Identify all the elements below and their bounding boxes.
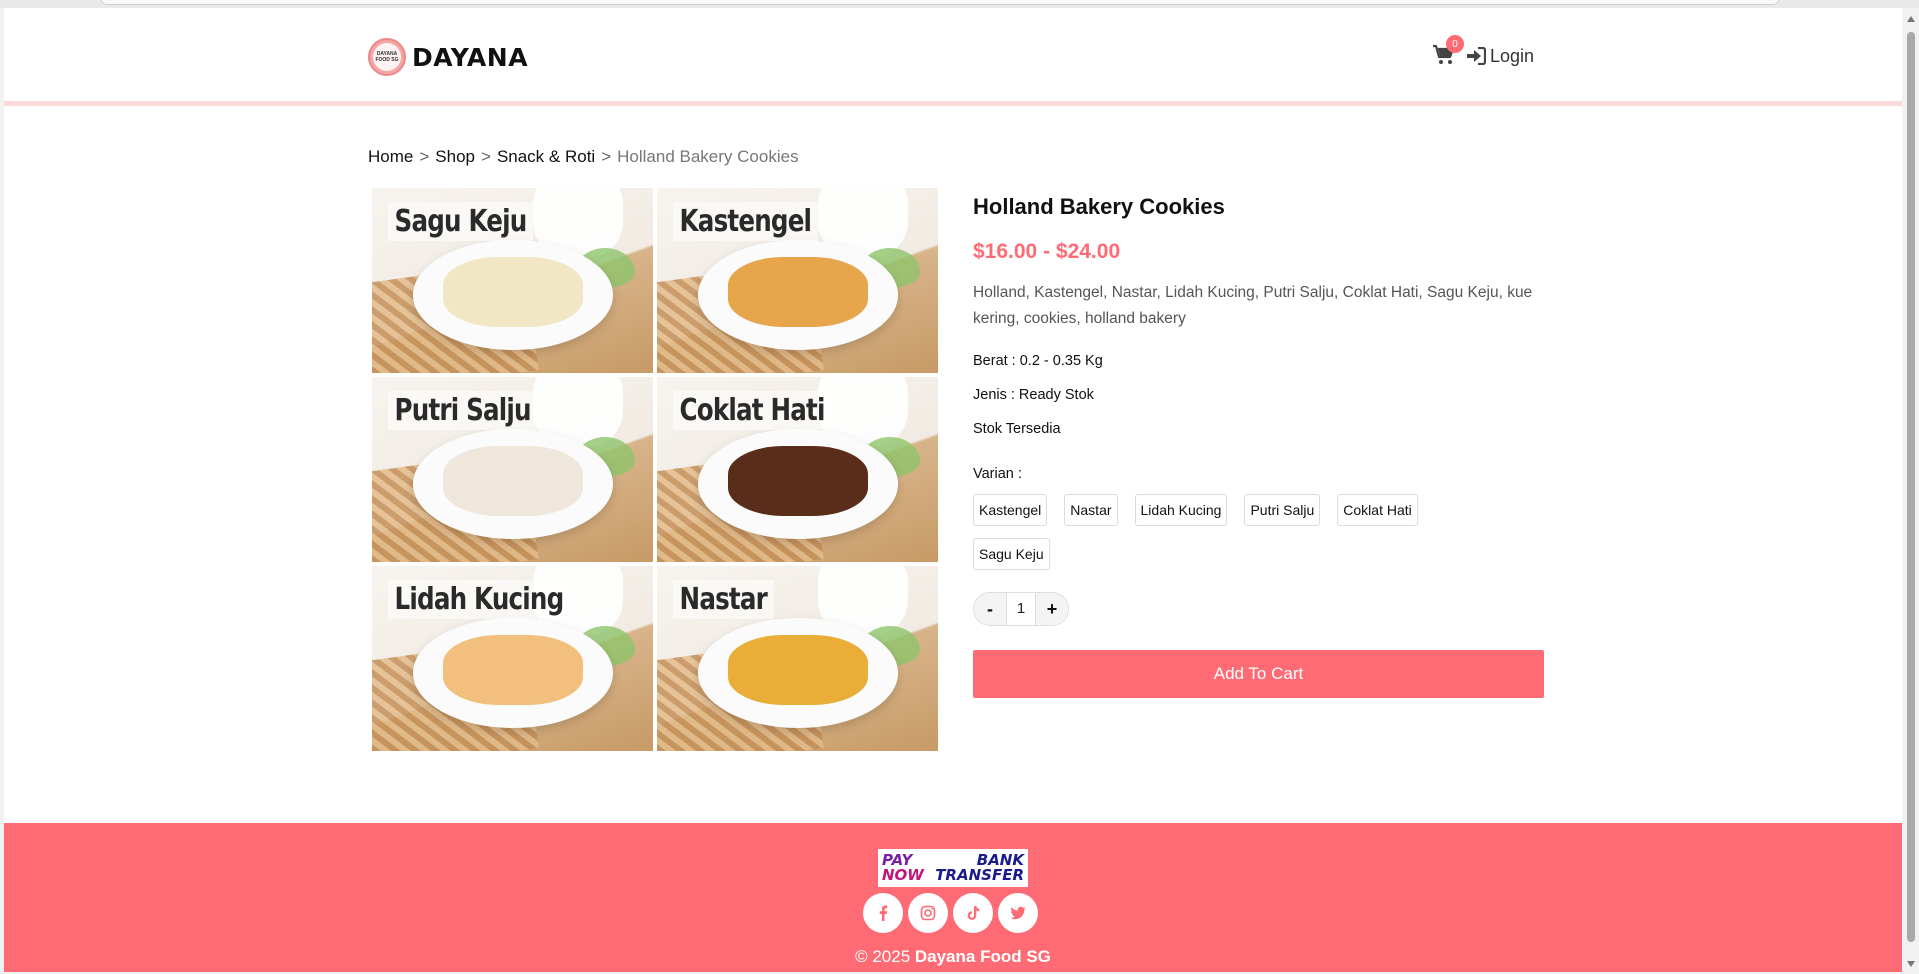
facebook-icon bbox=[879, 905, 888, 921]
sign-in-icon bbox=[1467, 47, 1486, 65]
product-title: Holland Bakery Cookies bbox=[973, 194, 1225, 219]
cart-button[interactable]: 0 bbox=[1432, 35, 1464, 68]
breadcrumb-separator: > bbox=[601, 147, 612, 166]
variant-option-coklat-hati[interactable]: Coklat Hati bbox=[1337, 494, 1418, 526]
tile-label: Lidah Kucing bbox=[388, 580, 570, 619]
site-logo[interactable]: DAYANA FOOD SG DAYANA bbox=[368, 38, 528, 76]
copyright-brand[interactable]: Dayana Food SG bbox=[915, 947, 1051, 966]
product-meta: Berat : 0.2 - 0.35 Kg Jenis : Ready Stok… bbox=[973, 344, 1543, 446]
browser-address-edge bbox=[100, 0, 1780, 5]
tile-label: Kastengel bbox=[673, 202, 818, 241]
bank-transfer-text-line2: TRANSFER bbox=[935, 866, 1024, 884]
login-label: Login bbox=[1490, 45, 1535, 66]
page: DAYANA FOOD SG DAYANA 0 Login Home > Sho… bbox=[4, 8, 1902, 972]
quantity-increase-button[interactable]: + bbox=[1036, 593, 1068, 625]
product-weight: Berat : 0.2 - 0.35 Kg bbox=[973, 353, 1103, 369]
tile-label: Putri Salju bbox=[388, 391, 538, 430]
image-tile-coklat-hati: Coklat Hati bbox=[657, 377, 938, 562]
quantity-value[interactable]: 1 bbox=[1006, 593, 1036, 625]
image-tile-nastar: Nastar bbox=[657, 566, 938, 751]
product-image[interactable]: Sagu Keju Kastengel Putri Salju Coklat H… bbox=[372, 188, 938, 751]
tile-label: Nastar bbox=[673, 580, 774, 619]
page-scrollbar[interactable] bbox=[1903, 8, 1919, 974]
product-stock: Stok Tersedia bbox=[973, 421, 1061, 437]
image-tile-kastengel: Kastengel bbox=[657, 188, 938, 373]
logo-text: DAYANA bbox=[412, 42, 529, 72]
browser-top-strip bbox=[0, 0, 1919, 8]
product-price: $16.00 - $24.00 bbox=[973, 240, 1121, 263]
product-type: Jenis : Ready Stok bbox=[973, 387, 1094, 403]
twitter-link[interactable] bbox=[998, 893, 1038, 933]
tile-label: Sagu Keju bbox=[388, 202, 534, 241]
variant-option-putri-salju[interactable]: Putri Salju bbox=[1244, 494, 1321, 526]
variant-option-nastar[interactable]: Nastar bbox=[1064, 494, 1118, 526]
logo-badge: DAYANA FOOD SG bbox=[368, 38, 406, 76]
food-photo bbox=[442, 445, 583, 516]
variant-option-lidah-kucing[interactable]: Lidah Kucing bbox=[1134, 494, 1228, 526]
breadcrumb-separator: > bbox=[419, 147, 430, 166]
instagram-icon bbox=[920, 905, 936, 921]
copyright: © 2025 Dayana Food SG bbox=[4, 947, 1902, 967]
tiktok-link[interactable] bbox=[953, 893, 993, 933]
food-photo bbox=[727, 445, 868, 516]
scrollbar-thumb[interactable] bbox=[1907, 32, 1915, 942]
food-photo bbox=[727, 256, 868, 327]
payment-methods-logo: PAY NOW BANK TRANSFER bbox=[878, 849, 1028, 887]
food-photo bbox=[727, 634, 868, 705]
site-header: DAYANA FOOD SG DAYANA 0 Login bbox=[4, 8, 1902, 106]
breadcrumb-home[interactable]: Home bbox=[368, 147, 413, 167]
site-footer: PAY NOW BANK TRANSFER © 2025 Dayana Food… bbox=[4, 823, 1902, 972]
product-info: Holland Bakery Cookies $16.00 - $24.00 H… bbox=[973, 194, 1544, 698]
tile-label: Coklat Hati bbox=[673, 391, 832, 430]
paynow-text-now: NOW bbox=[882, 866, 924, 884]
image-tile-lidah-kucing: Lidah Kucing bbox=[372, 566, 653, 751]
breadcrumb-category[interactable]: Snack & Roti bbox=[497, 147, 595, 167]
image-tile-sagu-keju: Sagu Keju bbox=[372, 188, 653, 373]
scroll-down-icon[interactable] bbox=[1907, 961, 1915, 967]
login-link[interactable]: Login bbox=[1466, 46, 1534, 67]
instagram-link[interactable] bbox=[908, 893, 948, 933]
logo-badge-text: DAYANA FOOD SG bbox=[373, 43, 401, 71]
scroll-up-icon[interactable] bbox=[1907, 16, 1915, 22]
variant-options: Kastengel Nastar Lidah Kucing Putri Salj… bbox=[973, 494, 1493, 570]
food-photo bbox=[442, 256, 583, 327]
twitter-icon bbox=[1010, 906, 1026, 920]
header-actions: 0 Login bbox=[1432, 35, 1534, 68]
breadcrumb-separator: > bbox=[481, 147, 491, 166]
tiktok-icon bbox=[967, 906, 980, 920]
social-links bbox=[863, 893, 1038, 933]
variant-option-sagu-keju[interactable]: Sagu Keju bbox=[973, 538, 1050, 570]
paynow-logo: PAY NOW bbox=[882, 853, 924, 883]
variant-label: Varian : bbox=[973, 466, 1022, 482]
food-photo bbox=[442, 634, 583, 705]
facebook-link[interactable] bbox=[863, 893, 903, 933]
bank-transfer-logo: BANK TRANSFER bbox=[935, 853, 1024, 883]
add-to-cart-button[interactable]: Add To Cart bbox=[973, 650, 1544, 698]
product-description: Holland, Kastengel, Nastar, Lidah Kucing… bbox=[973, 284, 1533, 327]
quantity-decrease-button[interactable]: - bbox=[974, 593, 1006, 625]
breadcrumb-shop[interactable]: Shop bbox=[435, 147, 475, 167]
quantity-stepper: - 1 + bbox=[973, 592, 1069, 626]
breadcrumb: Home > Shop > Snack & Roti > Holland Bak… bbox=[368, 147, 799, 167]
image-tile-putri-salju: Putri Salju bbox=[372, 377, 653, 562]
cart-count-badge: 0 bbox=[1446, 35, 1464, 53]
breadcrumb-current: Holland Bakery Cookies bbox=[617, 147, 799, 166]
variant-option-kastengel[interactable]: Kastengel bbox=[973, 494, 1048, 526]
copyright-prefix: © 2025 bbox=[855, 947, 915, 966]
